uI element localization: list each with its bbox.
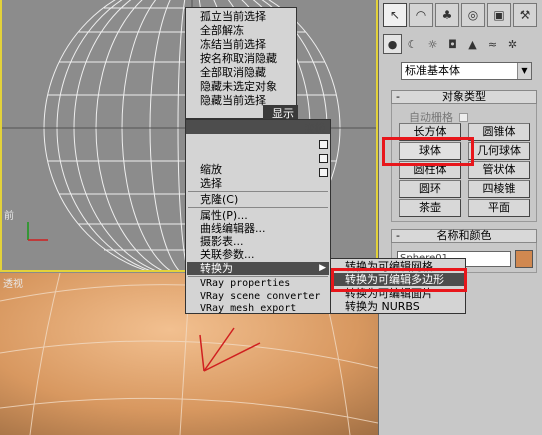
pyramid-button[interactable]: 四棱锥 [468,180,530,198]
category-dropdown[interactable]: 标准基本体 ▼ [401,62,532,80]
option-box-icon[interactable] [319,168,328,177]
motion-tab[interactable]: ◎ [461,3,485,27]
shapes-button[interactable]: ☾ [403,34,422,54]
menu-item-scale[interactable]: 缩放 [200,163,222,176]
hierarchy-icon: ♣ [441,8,453,22]
modify-tab[interactable]: ◠ [409,3,433,27]
command-panel: ↖ ◠ ♣ ◎ ▣ ⚒ ● ☾ ☼ ◘ ▲ ≈ ✲ 标准基本体 ▼ - 对象类型… [378,0,542,435]
spacewarps-icon: ≈ [487,37,498,51]
spacewarps-button[interactable]: ≈ [483,34,502,54]
menu-item-isolate-selection[interactable]: 孤立当前选择 [200,10,266,23]
display-tab[interactable]: ▣ [487,3,511,27]
geometry-button[interactable]: ● [383,34,402,54]
torus-button[interactable]: 圆环 [399,180,461,198]
axis-gizmo-icon [27,222,48,241]
category-dropdown-value: 标准基本体 [405,64,460,77]
systems-icon: ✲ [507,37,518,51]
menu-item-vray-scene-converter[interactable]: VRay scene converter [200,290,320,303]
plane-button[interactable]: 平面 [468,199,530,217]
menu-item-unhide-by-name[interactable]: 按名称取消隐藏 [200,52,277,65]
menu-item-vray-mesh-export[interactable]: VRay mesh export [200,303,296,314]
menu-item-hide-selection[interactable]: 隐藏当前选择 [200,94,266,107]
cone-button[interactable]: 圆锥体 [468,123,530,141]
option-box-icon[interactable] [319,154,328,163]
lights-icon: ☼ [427,37,438,51]
helpers-icon: ▲ [468,37,477,51]
geometry-icon: ● [387,37,398,51]
viewport-label-perspective[interactable]: 透视 [3,275,23,290]
create-icon: ↖ [389,8,401,22]
menu-item-dope-sheet[interactable]: 摄影表... [200,235,244,248]
submenu-arrow-icon: ▶ [319,263,326,273]
option-box-icon[interactable] [319,140,328,149]
quad-menu-transform-header: 变换 [186,120,330,135]
chevron-down-icon: ▼ [517,63,531,79]
menu-item-convert-to[interactable]: 转换为 [187,262,329,275]
geosphere-button[interactable]: 几何球体 [468,142,530,160]
hierarchy-tab[interactable]: ♣ [435,3,459,27]
display-icon: ▣ [493,8,505,22]
object-type-rollout-header[interactable]: - 对象类型 [391,90,537,104]
menu-separator [188,207,328,208]
menu-item-wire-parameters[interactable]: 关联参数... [200,248,255,261]
name-color-rollout-header[interactable]: - 名称和颜色 [391,229,537,243]
utilities-icon: ⚒ [519,8,531,22]
quad-menu-display-header: 显示 [263,105,298,120]
motion-icon: ◎ [467,8,479,22]
teapot-button[interactable]: 茶壶 [399,199,461,217]
name-color-title: 名称和颜色 [436,229,492,242]
object-color-swatch[interactable] [515,250,533,268]
tube-button[interactable]: 管状体 [468,161,530,179]
shapes-icon: ☾ [407,37,418,51]
quad-menu-display: 孤立当前选择 全部解冻 冻结当前选择 按名称取消隐藏 全部取消隐藏 隐藏未选定对… [185,7,297,119]
object-type-title: 对象类型 [442,90,486,103]
command-panel-tabs: ↖ ◠ ♣ ◎ ▣ ⚒ [383,3,537,27]
convert-poly-highlight-box [331,268,467,292]
menu-item-hide-unselected[interactable]: 隐藏未选定对象 [200,80,277,93]
cameras-button[interactable]: ◘ [443,34,462,54]
autogrid-checkbox[interactable] [459,113,468,122]
quad-menu-transform-title: 变换 [304,122,326,135]
menu-item-unhide-all[interactable]: 全部取消隐藏 [200,66,266,79]
systems-button[interactable]: ✲ [503,34,522,54]
viewport-label-front[interactable]: 前 [4,207,14,222]
modify-icon: ◠ [415,8,427,22]
create-tab[interactable]: ↖ [383,3,407,27]
menu-item-properties[interactable]: 属性(P)... [200,209,248,222]
helpers-button[interactable]: ▲ [463,34,482,54]
sphere-highlight-box [382,137,474,166]
menu-separator [188,191,328,192]
menu-item-freeze-selection[interactable]: 冻结当前选择 [200,38,266,51]
menu-item-select[interactable]: 选择 [200,177,222,190]
lights-button[interactable]: ☼ [423,34,442,54]
menu-item-curve-editor[interactable]: 曲线编辑器... [200,222,266,235]
menu-item-convert-nurbs[interactable]: 转换为 NURBS [345,300,420,313]
menu-item-vray-properties[interactable]: VRay properties [200,277,290,290]
menu-item-unfreeze-all[interactable]: 全部解冻 [200,24,244,37]
menu-item-clone[interactable]: 克隆(C) [200,193,238,206]
cameras-icon: ◘ [448,37,457,51]
utilities-tab[interactable]: ⚒ [513,3,537,27]
create-subcategories: ● ☾ ☼ ◘ ▲ ≈ ✲ [383,34,522,56]
quad-menu-transform: 变换 缩放 选择 克隆(C) 属性(P)... 曲线编辑器... 摄影表... … [185,119,331,314]
